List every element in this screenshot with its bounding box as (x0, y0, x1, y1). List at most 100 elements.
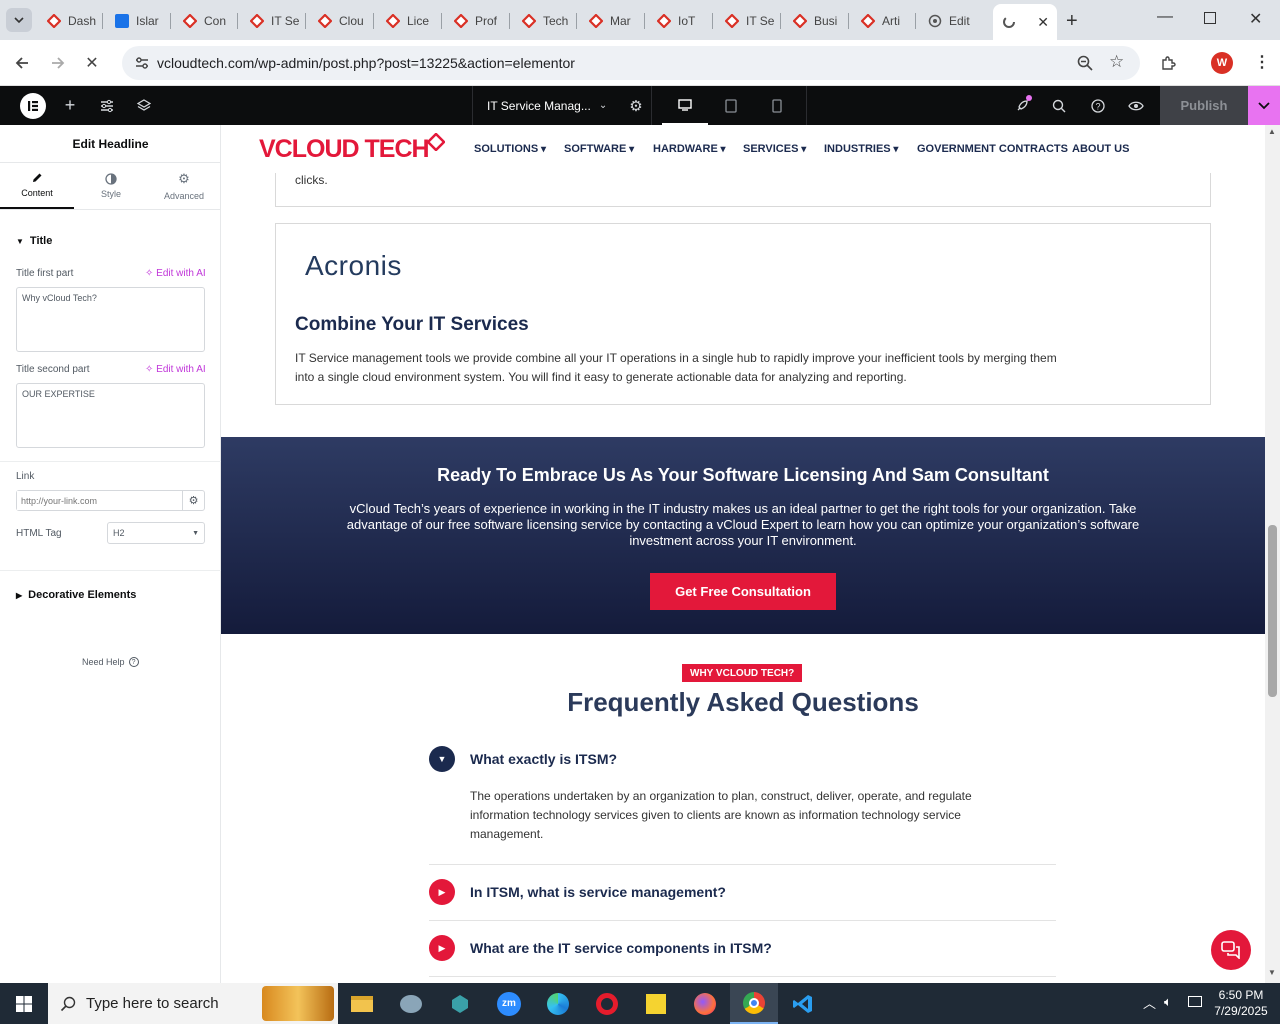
browser-tab[interactable]: Arti (852, 8, 912, 34)
finder-button[interactable] (1049, 86, 1069, 125)
nav-item-industries[interactable]: INDUSTRIES ▾ (824, 143, 898, 155)
browser-tab[interactable]: Clou (309, 8, 369, 34)
scroll-down-arrow[interactable]: ▼ (1268, 968, 1276, 977)
browser-tab[interactable]: Prof (445, 8, 505, 34)
tab-content[interactable]: Content (0, 163, 74, 209)
faq-toggle-3[interactable]: ▶ (429, 935, 455, 961)
extensions-button[interactable] (1154, 49, 1182, 77)
link-input[interactable] (17, 491, 182, 510)
browser-tab[interactable]: Tech (513, 8, 573, 34)
taskbar-chrome[interactable] (730, 983, 778, 1024)
new-tab-button[interactable]: + (1066, 10, 1078, 33)
browser-tab[interactable]: Mar (580, 8, 640, 34)
notifications-button[interactable] (1012, 86, 1032, 125)
clock[interactable]: 6:50 PM 7/29/2025 (1212, 987, 1270, 1019)
network-icon[interactable] (1188, 996, 1202, 1007)
url-text[interactable]: vcloudtech.com/wp-admin/post.php?post=13… (157, 55, 575, 71)
restore-button[interactable] (1204, 12, 1216, 24)
gear-icon[interactable]: ⚙ (629, 97, 642, 115)
browser-tab[interactable]: Lice (377, 8, 437, 34)
html-tag-select[interactable]: H2 ▼ (107, 522, 205, 544)
scroll-up-arrow[interactable]: ▲ (1268, 127, 1276, 136)
browser-menu-button[interactable]: ⋮ (1254, 52, 1270, 72)
forward-button[interactable] (44, 49, 72, 77)
need-help-link[interactable]: Need Help ? (82, 657, 139, 667)
taskbar-file-explorer[interactable] (338, 983, 386, 1024)
cta-section: Ready To Embrace Us As Your Software Lic… (221, 437, 1265, 634)
site-settings-button[interactable] (97, 86, 117, 125)
minimize-button[interactable]: — (1157, 8, 1173, 26)
browser-tab[interactable]: Islar (106, 8, 166, 34)
publish-options-button[interactable] (1248, 86, 1280, 125)
structure-button[interactable] (134, 86, 154, 125)
page-scrollbar[interactable]: ▲ ▼ (1265, 125, 1280, 983)
faq-toggle-1[interactable]: ▼ (429, 746, 455, 772)
browser-tab[interactable]: Edit (919, 8, 979, 34)
nav-item-government-contracts[interactable]: GOVERNMENT CONTRACTS (917, 143, 1068, 155)
title-first-part-field[interactable] (16, 287, 205, 352)
browser-tab[interactable]: IT Se (241, 8, 301, 34)
tab-active[interactable]: ✕ (993, 4, 1057, 40)
taskbar-search-box[interactable]: Type here to search (48, 983, 338, 1024)
add-element-button[interactable]: + (60, 86, 80, 125)
nav-item-label: SERVICES (743, 143, 799, 155)
tab-style[interactable]: Style (74, 163, 148, 209)
omnibox[interactable]: vcloudtech.com/wp-admin/post.php?post=13… (122, 46, 1140, 80)
edit-with-ai-link[interactable]: ✧ Edit with AI (145, 268, 206, 279)
elementor-logo-button[interactable] (20, 93, 46, 119)
faq-toggle-2[interactable]: ▶ (429, 879, 455, 905)
browser-tab[interactable]: Con (174, 8, 234, 34)
zoom-icon[interactable] (1077, 55, 1093, 71)
close-tab-icon[interactable]: ✕ (1037, 14, 1049, 31)
preview-button[interactable] (1126, 86, 1146, 125)
bookmark-star-icon[interactable]: ☆ (1109, 52, 1124, 72)
show-hidden-icons[interactable]: ︿ (1143, 993, 1156, 1012)
faq-question-2[interactable]: In ITSM, what is service management? (470, 884, 726, 900)
section-decorative-toggle[interactable]: ▶ Decorative Elements (16, 589, 136, 601)
taskbar-sticky-notes[interactable] (632, 983, 680, 1024)
tablet-device-button[interactable] (708, 86, 754, 125)
nav-item-hardware[interactable]: HARDWARE ▾ (653, 143, 726, 155)
title-second-part-field[interactable] (16, 383, 205, 448)
desktop-device-button[interactable] (662, 86, 708, 125)
link-options-gear-icon[interactable]: ⚙ (182, 491, 204, 510)
profile-avatar[interactable]: W (1211, 52, 1233, 74)
nav-item-services[interactable]: SERVICES ▾ (743, 143, 806, 155)
browser-tab[interactable]: Busi (784, 8, 844, 34)
site-logo[interactable]: VCLOUD TECH (259, 133, 445, 165)
taskbar-zoom[interactable]: zm (485, 983, 533, 1024)
get-free-consultation-button[interactable]: Get Free Consultation (650, 573, 836, 610)
taskbar-firefox[interactable] (681, 983, 729, 1024)
mobile-device-button[interactable] (754, 86, 800, 125)
edit-with-ai-link-2[interactable]: ✧ Edit with AI (145, 364, 206, 375)
taskbar-vscode[interactable] (779, 983, 827, 1024)
tiger-widget-icon[interactable] (262, 986, 334, 1021)
taskbar-opera[interactable] (583, 983, 631, 1024)
volume-icon[interactable]: 🔈︎ (1164, 994, 1172, 1010)
browser-tab[interactable]: Dash (38, 8, 98, 34)
nav-item-solutions[interactable]: SOLUTIONS ▾ (474, 143, 546, 155)
site-info-icon[interactable] (134, 56, 150, 70)
taskbar-app-snip[interactable] (387, 983, 435, 1024)
back-button[interactable] (8, 49, 36, 77)
chat-widget-button[interactable] (1211, 930, 1251, 970)
taskbar-edge[interactable] (534, 983, 582, 1024)
nav-item-software[interactable]: SOFTWARE ▾ (564, 143, 634, 155)
start-button[interactable] (0, 983, 48, 1024)
browser-tab[interactable]: IoT (648, 8, 708, 34)
taskbar-app-gem[interactable] (436, 983, 484, 1024)
page-settings-dropdown[interactable]: IT Service Manag... ⌄ ⚙ (472, 86, 652, 125)
tab-separator (509, 13, 510, 29)
publish-button[interactable]: Publish (1160, 86, 1248, 125)
faq-question-1[interactable]: What exactly is ITSM? (470, 751, 617, 767)
scrollbar-thumb[interactable] (1268, 525, 1277, 697)
faq-question-3[interactable]: What are the IT service components in IT… (470, 940, 772, 956)
tab-search-button[interactable] (6, 8, 32, 32)
section-title-toggle[interactable]: ▼ Title (16, 235, 52, 247)
close-window-button[interactable]: ✕ (1249, 9, 1262, 29)
browser-tab[interactable]: IT Se (716, 8, 776, 34)
help-button[interactable]: ? (1088, 86, 1108, 125)
nav-item-about-us[interactable]: ABOUT US (1072, 143, 1129, 155)
tab-advanced[interactable]: ⚙ Advanced (147, 163, 221, 209)
stop-loading-button[interactable]: ✕ (78, 49, 106, 77)
